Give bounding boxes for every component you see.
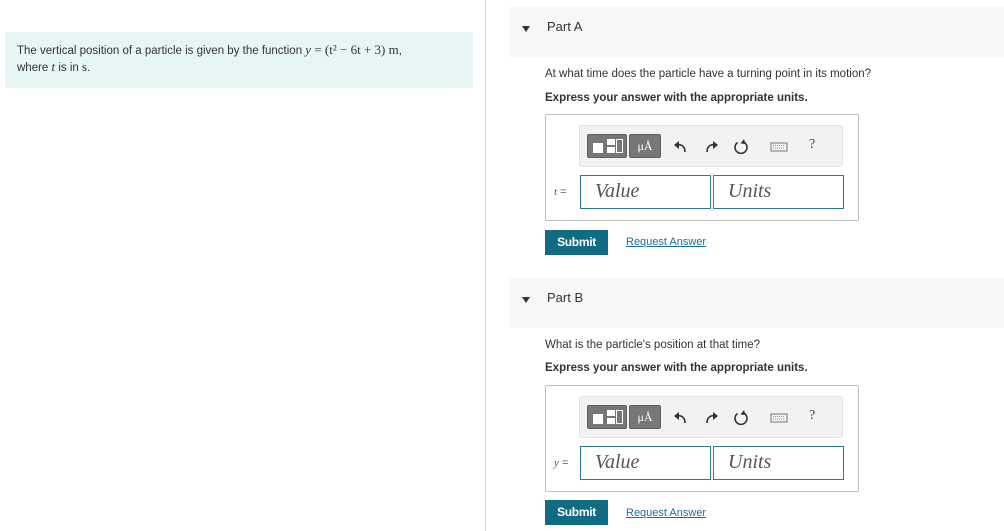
part-b-answer-box: μÅ ? y = Value Units bbox=[545, 385, 859, 492]
math-toolbar: μÅ ? bbox=[579, 125, 843, 167]
part-a-header[interactable]: Part A bbox=[509, 7, 1004, 57]
units-icon[interactable]: μÅ bbox=[629, 134, 661, 158]
collapse-caret-icon[interactable] bbox=[522, 26, 530, 32]
problem-line-1: The vertical position of a particle is g… bbox=[17, 42, 402, 57]
part-b-title: Part B bbox=[547, 290, 584, 305]
problem-line-2: where t is in s. bbox=[17, 59, 91, 74]
reset-icon[interactable] bbox=[732, 138, 750, 156]
undo-icon[interactable] bbox=[672, 138, 690, 156]
variable-label: y = bbox=[554, 457, 569, 469]
keyboard-icon[interactable] bbox=[770, 138, 788, 156]
math-toolbar: μÅ ? bbox=[579, 396, 843, 438]
request-answer-link[interactable]: Request Answer bbox=[626, 507, 706, 519]
part-b-question: What is the particle's position at that … bbox=[545, 339, 761, 351]
help-icon[interactable]: ? bbox=[809, 408, 815, 424]
units-icon[interactable]: μÅ bbox=[629, 405, 661, 429]
templates-icon[interactable] bbox=[587, 134, 627, 158]
keyboard-icon[interactable] bbox=[770, 409, 788, 427]
part-b-header[interactable]: Part B bbox=[509, 278, 1004, 328]
part-a-answer-box: μÅ ? t = Value Units bbox=[545, 114, 859, 221]
units-input[interactable]: Units bbox=[713, 446, 844, 480]
undo-icon[interactable] bbox=[672, 409, 690, 427]
reset-icon[interactable] bbox=[732, 409, 750, 427]
help-icon[interactable]: ? bbox=[809, 137, 815, 153]
redo-icon[interactable] bbox=[702, 138, 720, 156]
part-a-question: At what time does the particle have a tu… bbox=[545, 68, 872, 80]
column-divider bbox=[485, 0, 486, 531]
part-b-instruction: Express your answer with the appropriate… bbox=[545, 362, 808, 374]
submit-button[interactable]: Submit bbox=[545, 230, 608, 255]
units-input[interactable]: Units bbox=[713, 175, 844, 209]
value-input[interactable]: Value bbox=[580, 446, 711, 480]
redo-icon[interactable] bbox=[702, 409, 720, 427]
request-answer-link[interactable]: Request Answer bbox=[626, 236, 706, 248]
collapse-caret-icon[interactable] bbox=[522, 297, 530, 303]
variable-label: t = bbox=[554, 186, 567, 198]
equation: y = (t² − 6t + 3) m bbox=[305, 42, 399, 57]
problem-statement: The vertical position of a particle is g… bbox=[5, 32, 473, 88]
submit-button[interactable]: Submit bbox=[545, 500, 608, 525]
part-a-title: Part A bbox=[547, 19, 583, 34]
templates-icon[interactable] bbox=[587, 405, 627, 429]
part-a-instruction: Express your answer with the appropriate… bbox=[545, 92, 808, 104]
value-input[interactable]: Value bbox=[580, 175, 711, 209]
